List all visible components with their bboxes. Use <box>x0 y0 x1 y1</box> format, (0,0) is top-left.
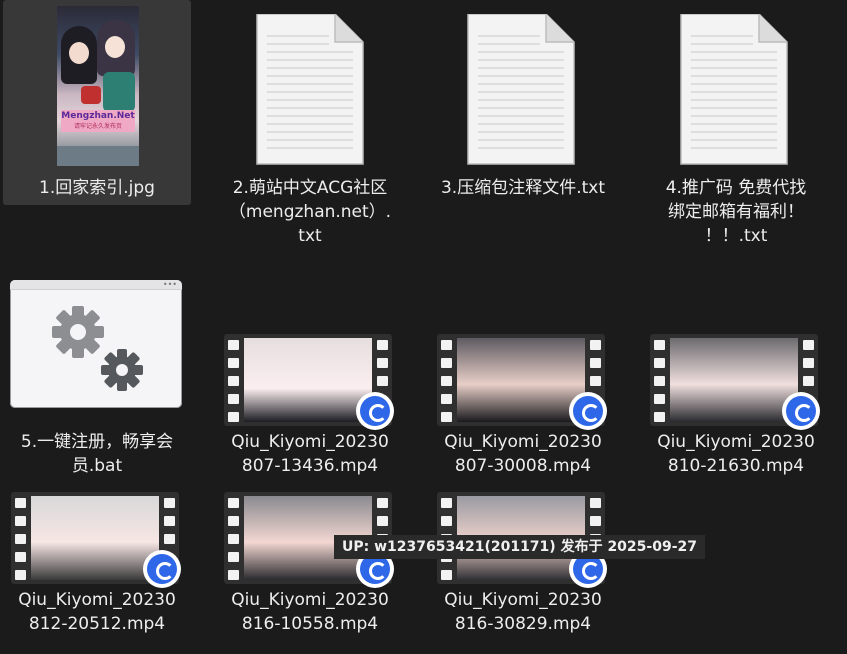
file-item-video[interactable]: Qiu_Kiyomi_20230 807-30008.mp4 <box>429 330 617 480</box>
file-item-text[interactable]: 3.压缩包注释文件.txt <box>429 0 617 210</box>
file-name: 5.一键注册，畅享会 员.bat <box>20 432 174 476</box>
file-grid: Mengzhan.Net 请牢记永久发布页 1.回家索引.jpg 2.萌站中文A… <box>0 0 847 654</box>
file-item-text[interactable]: 4.推广码 免费代找 绑定邮箱有福利！ ！！.txt <box>642 0 830 250</box>
film-strip-icon <box>11 492 181 588</box>
file-name: 2.萌站中文ACG社区 （mengzhan.net）. txt <box>228 178 392 246</box>
image-thumbnail-icon: Mengzhan.Net 请牢记永久发布页 <box>57 6 139 166</box>
file-item-video[interactable]: Qiu_Kiyomi_20230 810-21630.mp4 <box>642 330 830 480</box>
file-name: Qiu_Kiyomi_20230 810-21630.mp4 <box>657 432 815 476</box>
file-name: Qiu_Kiyomi_20230 812-20512.mp4 <box>18 590 176 634</box>
film-strip-icon <box>650 334 820 430</box>
text-document-icon <box>466 14 576 166</box>
media-player-badge-icon <box>356 392 394 430</box>
film-strip-icon <box>437 334 607 430</box>
file-name: Qiu_Kiyomi_20230 807-13436.mp4 <box>231 432 389 476</box>
file-item-image[interactable]: Mengzhan.Net 请牢记永久发布页 1.回家索引.jpg <box>3 0 191 210</box>
media-player-badge-icon <box>569 392 607 430</box>
media-player-badge-icon <box>143 550 181 588</box>
media-player-badge-icon <box>782 392 820 430</box>
thumbnail-watermark-text: Mengzhan.Net <box>61 111 135 121</box>
file-name: Qiu_Kiyomi_20230 816-30829.mp4 <box>444 590 602 634</box>
file-item-text[interactable]: 2.萌站中文ACG社区 （mengzhan.net）. txt <box>216 0 404 250</box>
text-document-icon <box>255 14 365 166</box>
thumbnail-watermark-subtext: 请牢记永久发布页 <box>73 123 122 130</box>
file-item-batch[interactable]: ••• 5.一键注册，畅享会 员.bat <box>3 270 191 480</box>
file-item-video[interactable]: Qiu_Kiyomi_20230 816-10558.mp4 <box>216 488 404 638</box>
file-item-video[interactable]: Qiu_Kiyomi_20230 816-30829.mp4 <box>429 488 617 638</box>
file-item-video[interactable]: Qiu_Kiyomi_20230 807-13436.mp4 <box>216 330 404 480</box>
film-strip-icon <box>224 334 394 430</box>
file-name: 1.回家索引.jpg <box>39 178 155 198</box>
settings-gears-icon: ••• <box>10 280 182 408</box>
file-name: 3.压缩包注释文件.txt <box>440 178 605 198</box>
text-document-icon <box>679 14 789 166</box>
file-name: Qiu_Kiyomi_20230 816-10558.mp4 <box>231 590 389 634</box>
file-name: 4.推广码 免费代找 绑定邮箱有福利！ ！！.txt <box>665 178 807 246</box>
uploader-tooltip: UP: w1237653421(201171) 发布于 2025-09-27 <box>334 535 705 559</box>
file-name: Qiu_Kiyomi_20230 807-30008.mp4 <box>444 432 602 476</box>
file-item-video[interactable]: Qiu_Kiyomi_20230 812-20512.mp4 <box>3 488 191 638</box>
